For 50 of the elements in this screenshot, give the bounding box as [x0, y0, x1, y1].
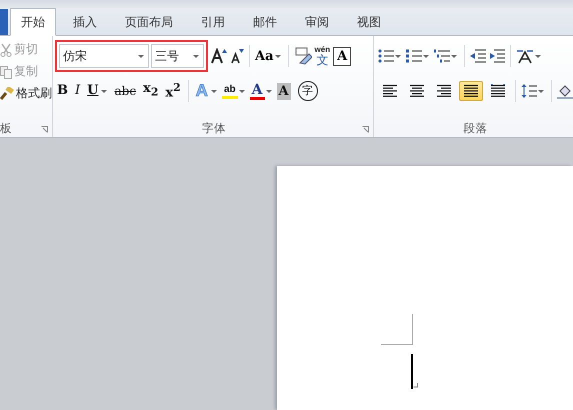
text-layout-icon[interactable] [516, 48, 534, 64]
ribbon-tab[interactable]: 引用 [190, 9, 236, 35]
superscript-button[interactable]: x$^{2}$ [163, 79, 183, 103]
paintbrush-icon [0, 86, 14, 100]
character-border-button[interactable]: A [333, 46, 352, 66]
margin-corner-mark [381, 314, 413, 345]
decrease-indent-icon[interactable] [470, 49, 486, 63]
group-label: 字体 [202, 121, 226, 136]
bold-button[interactable]: B [55, 82, 70, 100]
paragraph-mark-icon [413, 383, 418, 389]
alignment-lines-icon [463, 84, 479, 98]
shrink-font-icon[interactable] [230, 48, 244, 64]
enclose-characters-button[interactable]: 字 [298, 81, 318, 101]
alignment-lines-icon [436, 84, 452, 98]
increase-indent-icon[interactable] [489, 49, 505, 63]
subscript-button[interactable]: x$_{2}$ [141, 80, 160, 102]
font-color-button[interactable]: A [250, 82, 264, 100]
multilevel-list-icon[interactable] [434, 49, 450, 63]
font-size-dropdown[interactable]: 三号 [151, 44, 204, 68]
highlight-button[interactable]: ab [222, 84, 238, 98]
scissors-icon [0, 42, 12, 56]
change-case-button[interactable]: Aa [255, 48, 274, 64]
ribbon-tab[interactable]: 视图 [346, 9, 392, 35]
justify-button[interactable] [459, 81, 483, 101]
dialog-launcher-icon[interactable] [362, 126, 369, 133]
ribbon-tab[interactable]: 页面布局 [114, 9, 184, 35]
copy-icon [0, 64, 12, 78]
clipboard-button[interactable]: 格式刷 [0, 84, 52, 103]
ribbon-tab[interactable]: 开始 [10, 8, 56, 36]
text-cursor [411, 354, 413, 389]
strikethrough-button[interactable]: abc [112, 82, 138, 100]
eraser-icon[interactable] [294, 47, 312, 65]
alignment-lines-icon [490, 84, 506, 98]
italic-button[interactable]: I [73, 82, 82, 100]
phonetic-guide-button[interactable]: wén 文 [314, 46, 330, 66]
character-shading-button[interactable]: A [276, 82, 291, 100]
alignment-lines-icon [382, 84, 398, 98]
dialog-launcher-icon[interactable] [41, 126, 48, 133]
group-label: 段落 [464, 121, 488, 136]
alignment-lines-icon [409, 84, 425, 98]
bullets-icon[interactable] [378, 49, 394, 63]
font-name-dropdown[interactable]: 仿宋 [59, 44, 149, 68]
ribbon-tab[interactable]: 插入 [62, 9, 108, 35]
grow-font-icon[interactable] [211, 48, 227, 64]
underline-button[interactable]: U [85, 82, 100, 100]
group-label: 板 [0, 121, 12, 136]
numbering-icon[interactable] [406, 49, 422, 63]
ribbon-tab[interactable]: 邮件 [242, 9, 288, 35]
ribbon-tab[interactable]: 审阅 [294, 9, 340, 35]
line-spacing-icon[interactable] [521, 83, 537, 99]
